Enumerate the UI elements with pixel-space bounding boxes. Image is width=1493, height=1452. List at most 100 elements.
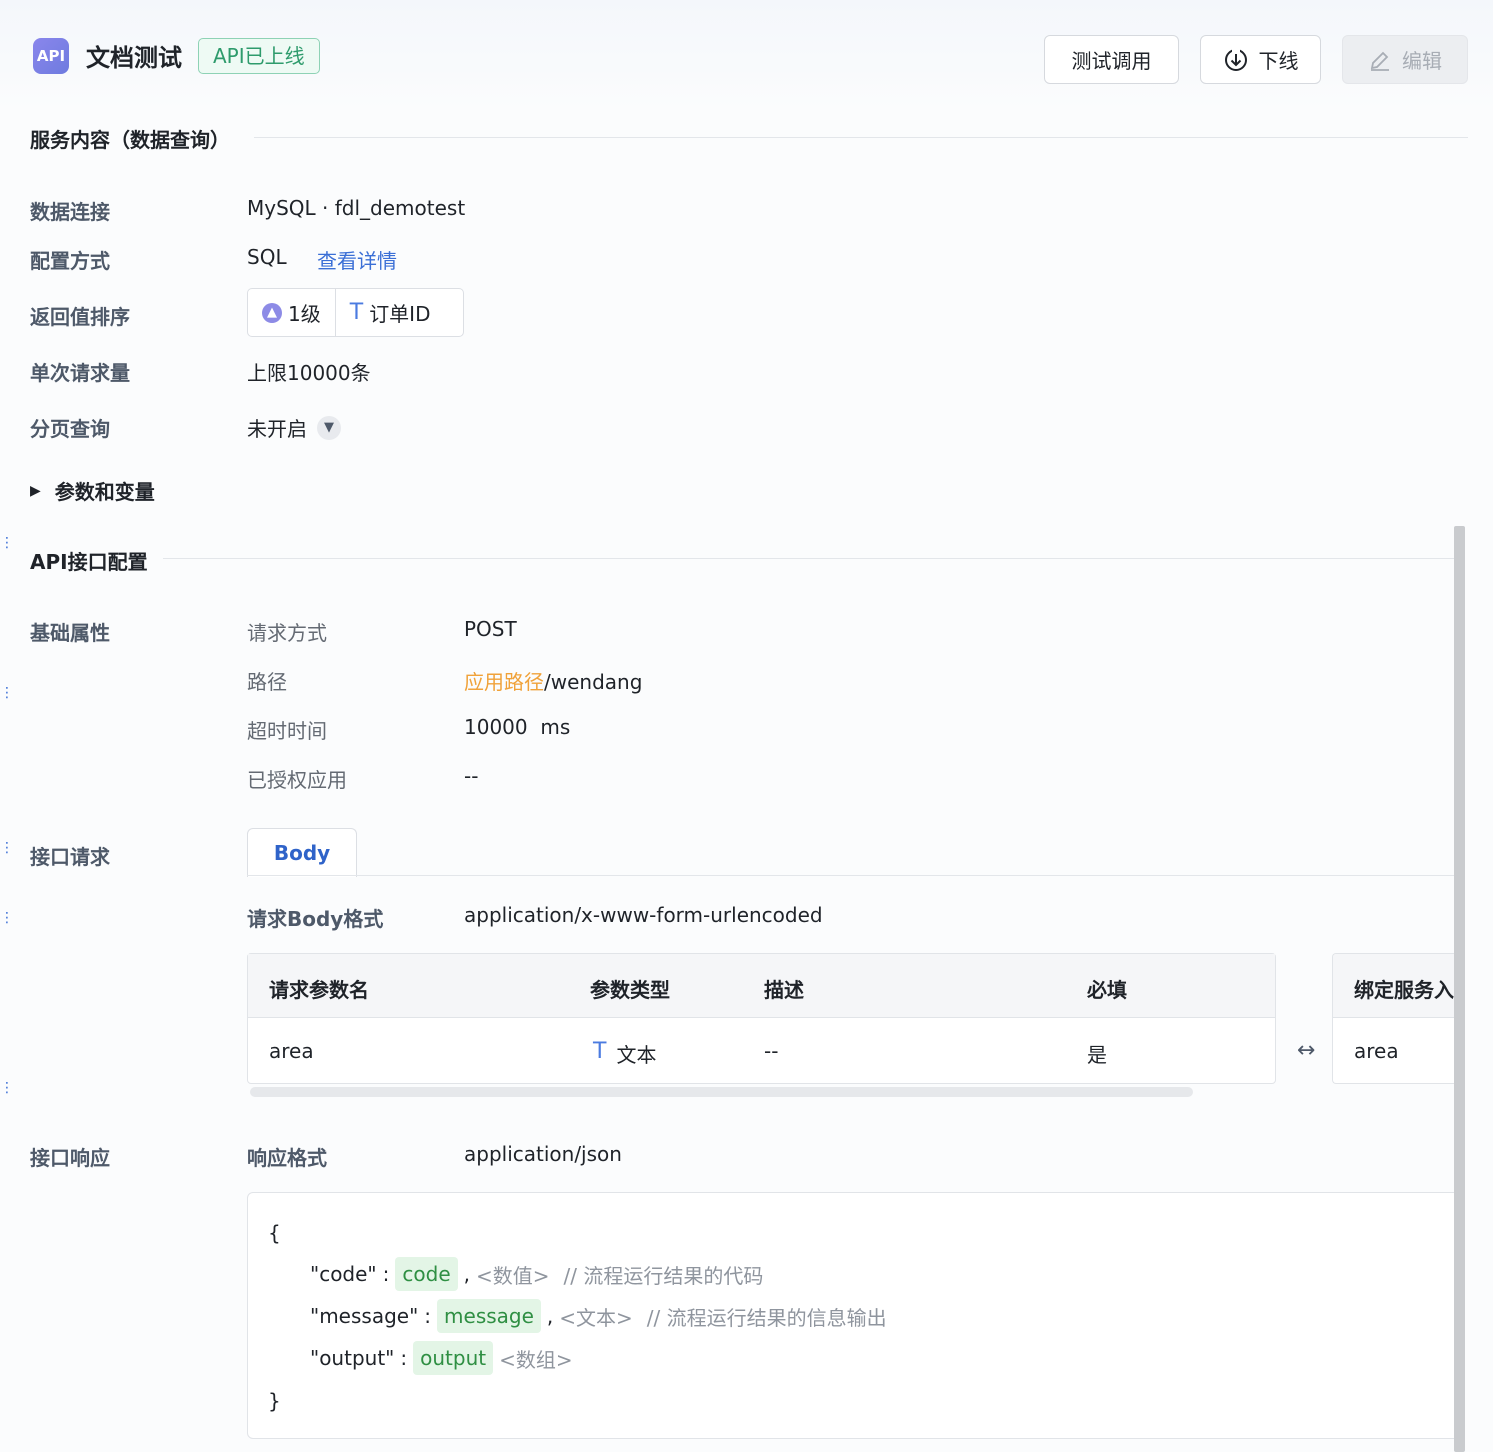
json-open-brace: { — [268, 1221, 281, 1245]
drag-handle-icon: ⋮ — [0, 1080, 14, 1096]
bind-params-table: 绑定服务入参 area — [1332, 953, 1465, 1084]
sort-level: ▲ 1级 — [248, 289, 335, 336]
tab-divider — [247, 875, 1465, 876]
api-section-title: API接口配置 — [30, 550, 148, 574]
path-label: 路径 — [247, 670, 287, 694]
param-name-cell: area — [269, 1039, 314, 1063]
column-header: 必填 — [1087, 978, 1127, 1002]
json-line-output: "output": output <数组> — [310, 1341, 573, 1375]
drag-handle-icon: ⋮ — [0, 910, 14, 926]
section-divider — [163, 558, 1465, 559]
chevron-down-icon: ▼ — [317, 415, 341, 440]
column-header: 绑定服务入参 — [1354, 978, 1465, 1002]
body-format-label: 请求Body格式 — [247, 907, 384, 931]
table-header: 请求参数名 参数类型 描述 必填 — [248, 954, 1275, 1018]
edit-label: 编辑 — [1402, 49, 1442, 73]
status-badge: API已上线 — [198, 38, 320, 74]
api-logo-icon: API — [33, 38, 69, 74]
paging-value: 未开启 — [247, 417, 307, 441]
sort-label: 返回值排序 — [30, 305, 130, 329]
json-comment: // 流程运行结果的信息输出 — [646, 1305, 887, 1330]
timeout-number: 10000 — [464, 715, 528, 739]
table-header: 绑定服务入参 — [1333, 954, 1465, 1018]
auth-value: -- — [464, 764, 479, 788]
drag-handle-icon: ⋮ — [0, 685, 14, 701]
test-call-label: 测试调用 — [1071, 49, 1152, 73]
method-value: POST — [464, 617, 517, 641]
json-key: "output" — [310, 1346, 395, 1370]
json-type: <文本> — [559, 1305, 633, 1330]
section-divider — [254, 137, 1468, 138]
arrow-up-icon: ▲ — [262, 302, 282, 323]
json-key: "code" — [310, 1262, 377, 1286]
params-toggle-label: 参数和变量 — [54, 480, 155, 504]
json-value-pill: output — [413, 1341, 494, 1375]
basic-label: 基础属性 — [30, 621, 110, 645]
offline-button[interactable]: 下线 — [1200, 35, 1321, 84]
json-type: <数组> — [499, 1347, 573, 1372]
response-format-label: 响应格式 — [247, 1146, 327, 1170]
json-close-brace: } — [268, 1389, 281, 1413]
response-label: 接口响应 — [30, 1146, 110, 1170]
json-colon: : — [382, 1262, 390, 1286]
bind-value-cell: area — [1354, 1039, 1399, 1063]
method-label: 请求方式 — [247, 621, 327, 645]
json-key: "message" — [310, 1304, 419, 1328]
path-prefix: 应用路径 — [464, 670, 544, 694]
horizontal-scrollbar[interactable] — [250, 1087, 1193, 1097]
sort-level-label: 1级 — [288, 302, 321, 326]
edit-button[interactable]: 编辑 — [1342, 35, 1468, 84]
bind-arrow-icon: ↔ — [1297, 1038, 1316, 1063]
limit-label: 单次请求量 — [30, 361, 130, 385]
response-format-value: application/json — [464, 1142, 622, 1166]
json-value-pill: message — [437, 1299, 541, 1333]
json-type: <数值> — [475, 1263, 550, 1288]
paging-label: 分页查询 — [30, 417, 110, 441]
json-colon: : — [400, 1346, 408, 1370]
response-json-preview: { "code": code , <数值> // 流程运行结果的代码 "mess… — [247, 1192, 1465, 1439]
text-type-icon: T — [349, 300, 364, 325]
json-colon: : — [424, 1304, 432, 1328]
timeout-unit: ms — [540, 715, 571, 739]
request-params-table: 请求参数名 参数类型 描述 必填 area T 文本 -- 是 — [247, 953, 1276, 1084]
sort-config: ▲ 1级 T 订单ID — [247, 288, 464, 337]
json-comment: // 流程运行结果的代码 — [563, 1263, 764, 1288]
test-call-button[interactable]: 测试调用 — [1044, 35, 1179, 84]
request-label: 接口请求 — [30, 845, 110, 869]
drag-handle-icon: ⋮ — [0, 535, 14, 551]
text-type-icon: T — [593, 1039, 607, 1064]
view-details-link[interactable]: 查看详情 — [317, 245, 397, 274]
body-format-value: application/x-www-form-urlencoded — [464, 903, 823, 927]
sort-field-label: 订单ID — [369, 302, 431, 326]
connection-value: MySQL · fdl_demotest — [247, 196, 466, 220]
offline-label: 下线 — [1258, 49, 1299, 73]
column-header: 请求参数名 — [269, 978, 369, 1002]
param-required-cell: 是 — [1087, 1043, 1107, 1067]
config-label: 配置方式 — [30, 249, 110, 273]
json-value-pill: code — [395, 1257, 458, 1291]
json-sep: , — [546, 1304, 554, 1328]
service-section-title: 服务内容（数据查询） — [30, 128, 230, 152]
sort-field: T 订单ID — [334, 289, 445, 336]
path-value: 应用路径/wendang — [464, 666, 642, 695]
paging-toggle[interactable]: 未开启 ▼ — [247, 413, 341, 442]
params-toggle[interactable]: ▶ 参数和变量 — [30, 476, 155, 505]
param-desc-cell: -- — [764, 1039, 779, 1063]
vertical-scrollbar[interactable] — [1454, 526, 1465, 1452]
drag-handle-icon: ⋮ — [0, 840, 14, 856]
json-sep: , — [463, 1262, 470, 1286]
tab-body[interactable]: Body — [247, 828, 357, 877]
json-line-code: "code": code , <数值> // 流程运行结果的代码 — [310, 1257, 763, 1291]
column-header: 描述 — [764, 978, 804, 1002]
pencil-icon — [1370, 51, 1389, 71]
limit-value: 上限10000条 — [247, 361, 371, 385]
path-suffix: /wendang — [544, 670, 643, 694]
json-line-message: "message": message , <文本> // 流程运行结果的信息输出 — [310, 1299, 887, 1333]
timeout-label: 超时时间 — [247, 719, 327, 743]
connection-label: 数据连接 — [30, 200, 110, 224]
auth-label: 已授权应用 — [247, 768, 347, 792]
config-value: SQL — [247, 245, 287, 269]
page-title: 文档测试 — [86, 44, 182, 72]
param-type-label: 文本 — [616, 1043, 657, 1067]
column-header: 参数类型 — [590, 978, 670, 1002]
